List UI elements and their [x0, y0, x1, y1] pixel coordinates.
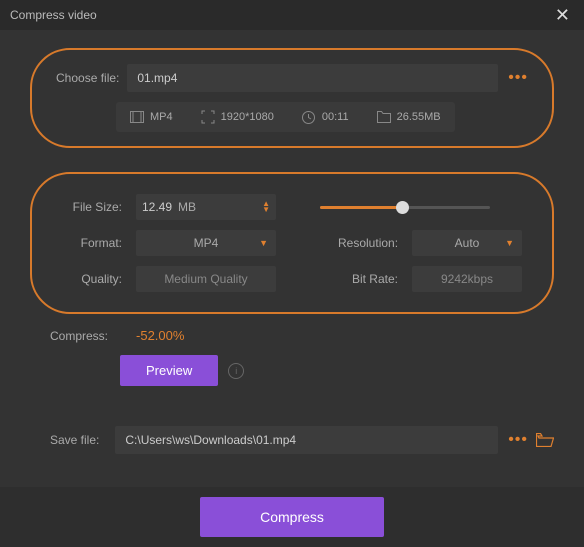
- filesize-unit: MB: [178, 200, 196, 214]
- compress-video-dialog: Compress video ✕ Choose file: ••• MP4 19…: [0, 0, 584, 547]
- open-folder-icon[interactable]: [536, 433, 554, 447]
- filesize-slider[interactable]: [290, 194, 522, 220]
- resolution-icon: [201, 110, 215, 124]
- compression-settings-section: File Size: 12.49 MB ▲▼ Format: MP4 ▼ Res…: [30, 172, 554, 314]
- save-file-label: Save file:: [50, 433, 99, 447]
- quality-display: Medium Quality: [136, 266, 276, 292]
- choose-file-label: Choose file:: [56, 71, 119, 85]
- compress-percentage: -52.00%: [136, 328, 184, 343]
- meta-duration: 00:11: [322, 111, 349, 123]
- compress-label: Compress:: [50, 329, 108, 343]
- meta-resolution: 1920*1080: [221, 111, 274, 123]
- chevron-down-icon: ▼: [259, 238, 268, 248]
- file-meta-bar: MP4 1920*1080 00:11 26.55MB: [116, 102, 455, 132]
- browse-save-button[interactable]: •••: [508, 431, 528, 449]
- format-icon: [130, 110, 144, 124]
- filesize-stepper[interactable]: 12.49 MB ▲▼: [136, 194, 276, 220]
- preview-button[interactable]: Preview: [120, 355, 218, 386]
- slider-thumb[interactable]: [396, 201, 409, 214]
- bitrate-display: 9242kbps: [412, 266, 522, 292]
- window-title: Compress video: [10, 8, 97, 22]
- resolution-label: Resolution:: [338, 236, 398, 250]
- format-value: MP4: [194, 236, 219, 250]
- duration-icon: [302, 110, 316, 124]
- quality-label: Quality:: [62, 272, 122, 286]
- footer: Compress: [0, 487, 584, 547]
- filesize-value: 12.49: [142, 200, 172, 214]
- meta-format: MP4: [150, 111, 173, 123]
- compress-button[interactable]: Compress: [200, 497, 384, 537]
- filesize-label: File Size:: [62, 200, 122, 214]
- resolution-dropdown[interactable]: Auto ▼: [412, 230, 522, 256]
- format-dropdown[interactable]: MP4 ▼: [136, 230, 276, 256]
- chevron-down-icon: ▼: [505, 238, 514, 248]
- close-icon[interactable]: ✕: [551, 5, 574, 26]
- choose-file-input[interactable]: [127, 64, 498, 92]
- resolution-value: Auto: [455, 236, 480, 250]
- titlebar: Compress video ✕: [0, 0, 584, 30]
- stepper-arrows-icon[interactable]: ▲▼: [262, 201, 270, 213]
- meta-size: 26.55MB: [397, 111, 441, 123]
- save-file-input[interactable]: [115, 426, 498, 454]
- source-file-section: Choose file: ••• MP4 1920*1080 00:11 26.…: [30, 48, 554, 148]
- size-icon: [377, 110, 391, 124]
- format-label: Format:: [62, 236, 122, 250]
- browse-file-button[interactable]: •••: [508, 69, 528, 87]
- bitrate-label: Bit Rate:: [338, 272, 398, 286]
- info-icon[interactable]: i: [228, 363, 244, 379]
